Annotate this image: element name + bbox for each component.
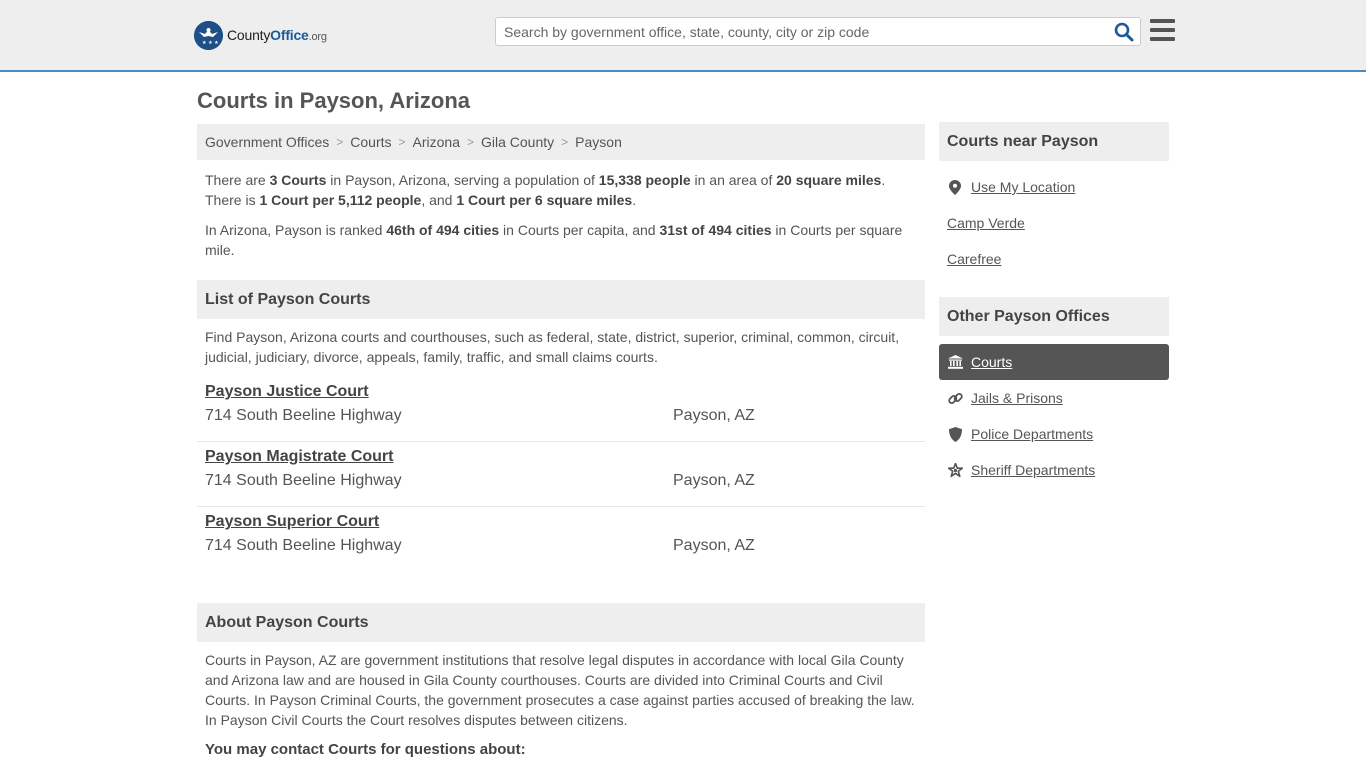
intro-paragraph: There are 3 Courts in Payson, Arizona, s… bbox=[205, 172, 886, 208]
office-item-police[interactable]: Police Departments bbox=[939, 416, 1169, 452]
nearby-city-item[interactable]: Camp Verde bbox=[939, 205, 1169, 241]
about-text: Courts in Payson, AZ are government inst… bbox=[205, 652, 915, 728]
breadcrumb-separator-icon: > bbox=[561, 135, 569, 149]
breadcrumb-item[interactable]: Arizona bbox=[413, 134, 460, 150]
star-badge-icon bbox=[947, 462, 963, 478]
use-location-link[interactable]: Use My Location bbox=[971, 179, 1075, 195]
other-offices-heading: Other Payson Offices bbox=[939, 297, 1169, 336]
list-heading: List of Payson Courts bbox=[197, 280, 925, 319]
top-header: ★ ★ ★ CountyOffice.org bbox=[0, 0, 1366, 72]
court-name-link[interactable]: Payson Superior Court bbox=[205, 513, 379, 531]
breadcrumb-item[interactable]: Courts bbox=[350, 134, 391, 150]
court-address: 714 South Beeline Highway bbox=[205, 407, 402, 424]
office-item-sheriff[interactable]: Sheriff Departments bbox=[939, 452, 1169, 488]
court-city: Payson, AZ bbox=[673, 407, 755, 424]
shield-icon bbox=[947, 426, 963, 442]
breadcrumb-separator-icon: > bbox=[466, 135, 474, 149]
ranking-paragraph: In Arizona, Payson is ranked 46th of 494… bbox=[205, 222, 903, 258]
page-title: Courts in Payson, Arizona bbox=[197, 88, 471, 113]
office-link[interactable]: Police Departments bbox=[971, 426, 1093, 442]
breadcrumb-item[interactable]: Payson bbox=[575, 134, 622, 150]
nearby-heading: Courts near Payson bbox=[939, 122, 1169, 161]
contact-question: You may contact Courts for questions abo… bbox=[205, 741, 526, 758]
search-input[interactable] bbox=[496, 18, 1106, 45]
breadcrumb: Government Offices > Courts > Arizona > … bbox=[197, 124, 925, 160]
map-pin-icon bbox=[947, 179, 963, 195]
court-city: Payson, AZ bbox=[673, 472, 755, 489]
courthouse-icon bbox=[947, 354, 963, 370]
svg-text:★ ★ ★: ★ ★ ★ bbox=[202, 40, 219, 46]
office-item-jails[interactable]: Jails & Prisons bbox=[939, 380, 1169, 416]
breadcrumb-separator-icon: > bbox=[398, 135, 406, 149]
court-address: 714 South Beeline Highway bbox=[205, 472, 402, 489]
nearby-city-item[interactable]: Carefree bbox=[939, 241, 1169, 277]
logo-wordmark: CountyOffice.org bbox=[227, 27, 327, 43]
search-icon[interactable] bbox=[1114, 22, 1134, 42]
hamburger-menu-icon[interactable] bbox=[1150, 19, 1175, 41]
search-bar bbox=[495, 17, 1141, 46]
chain-link-icon bbox=[947, 390, 963, 406]
site-logo[interactable]: ★ ★ ★ CountyOffice.org bbox=[194, 20, 327, 50]
nearby-city-link[interactable]: Carefree bbox=[947, 251, 1001, 267]
nearby-city-link[interactable]: Camp Verde bbox=[947, 215, 1025, 231]
office-link[interactable]: Jails & Prisons bbox=[971, 390, 1063, 406]
office-link[interactable]: Sheriff Departments bbox=[971, 462, 1095, 478]
court-city: Payson, AZ bbox=[673, 537, 755, 554]
breadcrumb-separator-icon: > bbox=[336, 135, 344, 149]
office-link[interactable]: Courts bbox=[971, 354, 1012, 370]
court-row: Payson Magistrate Court 714 South Beelin… bbox=[197, 442, 925, 507]
use-location-item[interactable]: Use My Location bbox=[939, 169, 1169, 205]
about-heading: About Payson Courts bbox=[197, 603, 925, 642]
intro-stats: There are 3 Courts in Payson, Arizona, s… bbox=[205, 170, 917, 270]
office-item-courts[interactable]: Courts bbox=[939, 344, 1169, 380]
breadcrumb-item[interactable]: Government Offices bbox=[205, 134, 329, 150]
court-row: Payson Superior Court 714 South Beeline … bbox=[197, 507, 925, 572]
court-row: Payson Justice Court 714 South Beeline H… bbox=[197, 377, 925, 442]
logo-eagle-icon: ★ ★ ★ bbox=[194, 20, 223, 50]
court-name-link[interactable]: Payson Magistrate Court bbox=[205, 448, 393, 466]
court-address: 714 South Beeline Highway bbox=[205, 537, 402, 554]
court-name-link[interactable]: Payson Justice Court bbox=[205, 383, 369, 401]
breadcrumb-item[interactable]: Gila County bbox=[481, 134, 554, 150]
list-description: Find Payson, Arizona courts and courthou… bbox=[205, 329, 900, 365]
